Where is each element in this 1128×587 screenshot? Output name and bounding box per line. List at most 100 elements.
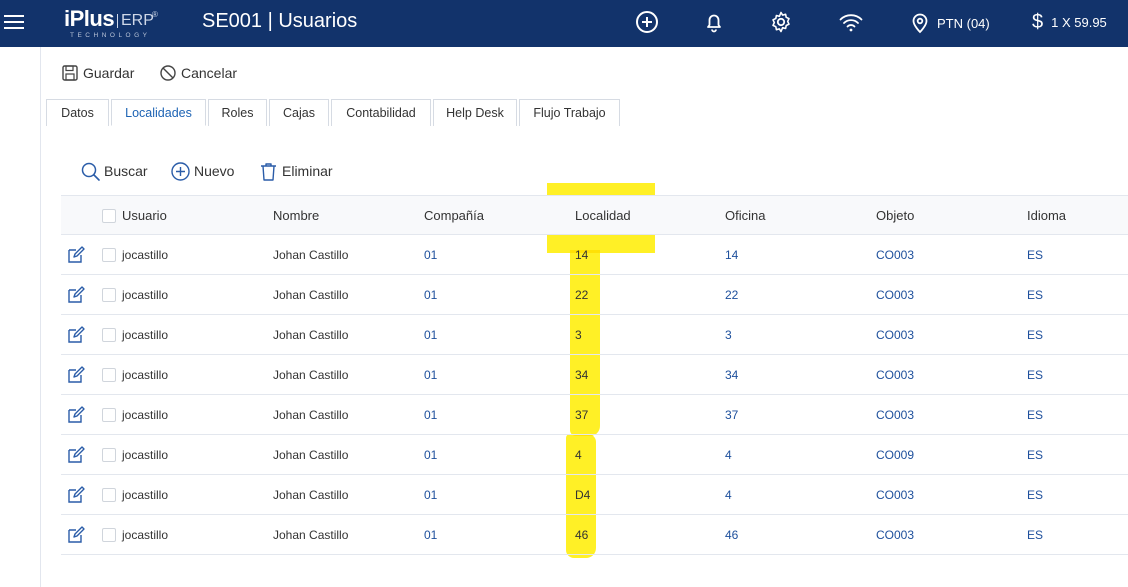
- cell-usuario: jocastillo: [122, 248, 169, 262]
- plus-circle-icon[interactable]: [634, 9, 660, 35]
- cell-compania: 01: [424, 288, 438, 302]
- cell-localidad: 3: [575, 328, 582, 342]
- gear-icon[interactable]: [768, 9, 794, 35]
- cell-objeto: CO003: [876, 288, 915, 302]
- cell-localidad: 37: [575, 408, 589, 422]
- cell-nombre: Johan Castillo: [273, 328, 349, 342]
- cell-idioma: ES: [1027, 368, 1044, 382]
- save-label: Guardar: [83, 65, 135, 81]
- cancel-icon: [160, 65, 176, 81]
- edit-icon[interactable]: [66, 285, 86, 305]
- tab-roles[interactable]: Roles: [208, 99, 267, 126]
- cell-localidad: D4: [575, 488, 591, 502]
- tab-datos[interactable]: Datos: [46, 99, 109, 126]
- header-idioma[interactable]: Idioma: [1027, 196, 1066, 236]
- delete-button[interactable]: Eliminar: [258, 159, 333, 183]
- iplus-erp-logo: iPlus ERP ® TECHNOLOGY: [64, 6, 174, 40]
- hamburger-menu-icon[interactable]: [4, 11, 24, 33]
- cell-nombre: Johan Castillo: [273, 368, 349, 382]
- location-selector[interactable]: PTN (04): [911, 11, 990, 35]
- row-checkbox[interactable]: [102, 488, 116, 502]
- currency-selector[interactable]: $ 1 X 59.95: [1032, 9, 1107, 35]
- cell-objeto: CO003: [876, 528, 915, 542]
- cell-idioma: ES: [1027, 328, 1044, 342]
- cancel-button[interactable]: Cancelar: [159, 62, 237, 84]
- tab-label: Cajas: [283, 106, 315, 120]
- edit-icon[interactable]: [66, 485, 86, 505]
- tab-localidades[interactable]: Localidades: [111, 99, 206, 126]
- logo-tagline: TECHNOLOGY: [70, 32, 151, 39]
- cell-localidad: 46: [575, 528, 589, 542]
- header-nombre[interactable]: Nombre: [273, 196, 319, 236]
- tab-contabilidad[interactable]: Contabilidad: [331, 99, 431, 126]
- row-checkbox[interactable]: [102, 288, 116, 302]
- cell-compania: 01: [424, 248, 438, 262]
- table-row: jocastillo Johan Castillo 01 3 3 CO003 ES: [61, 315, 1128, 355]
- cell-oficina: 3: [725, 328, 732, 342]
- edit-icon[interactable]: [66, 245, 86, 265]
- cell-compania: 01: [424, 528, 438, 542]
- row-checkbox[interactable]: [102, 448, 116, 462]
- cell-nombre: Johan Castillo: [273, 408, 349, 422]
- cell-oficina: 22: [725, 288, 739, 302]
- header-compania[interactable]: Compañía: [424, 196, 484, 236]
- edit-icon[interactable]: [66, 365, 86, 385]
- cell-idioma: ES: [1027, 488, 1044, 502]
- tab-label: Flujo Trabajo: [533, 106, 606, 120]
- new-button[interactable]: Nuevo: [170, 159, 234, 183]
- cell-objeto: CO003: [876, 408, 915, 422]
- header-localidad[interactable]: Localidad: [575, 196, 631, 236]
- cell-objeto: CO003: [876, 368, 915, 382]
- cell-idioma: ES: [1027, 448, 1044, 462]
- wifi-icon[interactable]: [838, 9, 864, 35]
- top-navbar: iPlus ERP ® TECHNOLOGY SE001 | Usuarios …: [0, 0, 1128, 47]
- search-label: Buscar: [104, 163, 148, 179]
- cell-idioma: ES: [1027, 288, 1044, 302]
- cell-nombre: Johan Castillo: [273, 528, 349, 542]
- new-label: Nuevo: [194, 163, 235, 179]
- row-checkbox[interactable]: [102, 408, 116, 422]
- cell-compania: 01: [424, 368, 438, 382]
- header-oficina[interactable]: Oficina: [725, 196, 765, 236]
- save-button[interactable]: Guardar: [61, 62, 134, 84]
- cell-objeto: CO003: [876, 328, 915, 342]
- edit-icon[interactable]: [66, 525, 86, 545]
- logo-main-text: iPlus: [64, 6, 115, 31]
- cell-oficina: 4: [725, 488, 732, 502]
- tab-flujo-trabajo[interactable]: Flujo Trabajo: [519, 99, 620, 126]
- cell-nombre: Johan Castillo: [273, 288, 349, 302]
- cell-nombre: Johan Castillo: [273, 248, 349, 262]
- cell-compania: 01: [424, 408, 438, 422]
- cancel-label: Cancelar: [181, 65, 238, 81]
- trash-icon: [261, 162, 276, 181]
- row-checkbox[interactable]: [102, 328, 116, 342]
- tab-bar: Datos Localidades Roles Cajas Contabilid…: [46, 99, 622, 126]
- search-button[interactable]: Buscar: [80, 159, 148, 183]
- logo-separator: [117, 14, 118, 28]
- cell-compania: 01: [424, 328, 438, 342]
- row-checkbox[interactable]: [102, 368, 116, 382]
- edit-icon[interactable]: [66, 445, 86, 465]
- table-row: jocastillo Johan Castillo 01 D4 4 CO003 ES: [61, 475, 1128, 515]
- bell-icon[interactable]: [701, 9, 727, 35]
- tab-help-desk[interactable]: Help Desk: [433, 99, 517, 126]
- cell-usuario: jocastillo: [122, 368, 169, 382]
- tab-cajas[interactable]: Cajas: [269, 99, 329, 126]
- tab-label: Help Desk: [446, 106, 504, 120]
- header-usuario[interactable]: Usuario: [122, 196, 167, 236]
- row-checkbox[interactable]: [102, 248, 116, 262]
- row-checkbox[interactable]: [102, 528, 116, 542]
- cell-usuario: jocastillo: [122, 528, 169, 542]
- cell-oficina: 14: [725, 248, 739, 262]
- edit-icon[interactable]: [66, 325, 86, 345]
- cell-localidad: 34: [575, 368, 589, 382]
- cell-localidad: 4: [575, 448, 582, 462]
- edit-icon[interactable]: [66, 405, 86, 425]
- sidebar-divider: [40, 47, 41, 587]
- location-label: PTN (04): [937, 15, 990, 31]
- select-all-checkbox[interactable]: [102, 209, 116, 223]
- plus-circle-icon: [171, 161, 190, 181]
- header-objeto[interactable]: Objeto: [876, 196, 914, 236]
- cell-usuario: jocastillo: [122, 328, 169, 342]
- tab-label: Datos: [61, 106, 94, 120]
